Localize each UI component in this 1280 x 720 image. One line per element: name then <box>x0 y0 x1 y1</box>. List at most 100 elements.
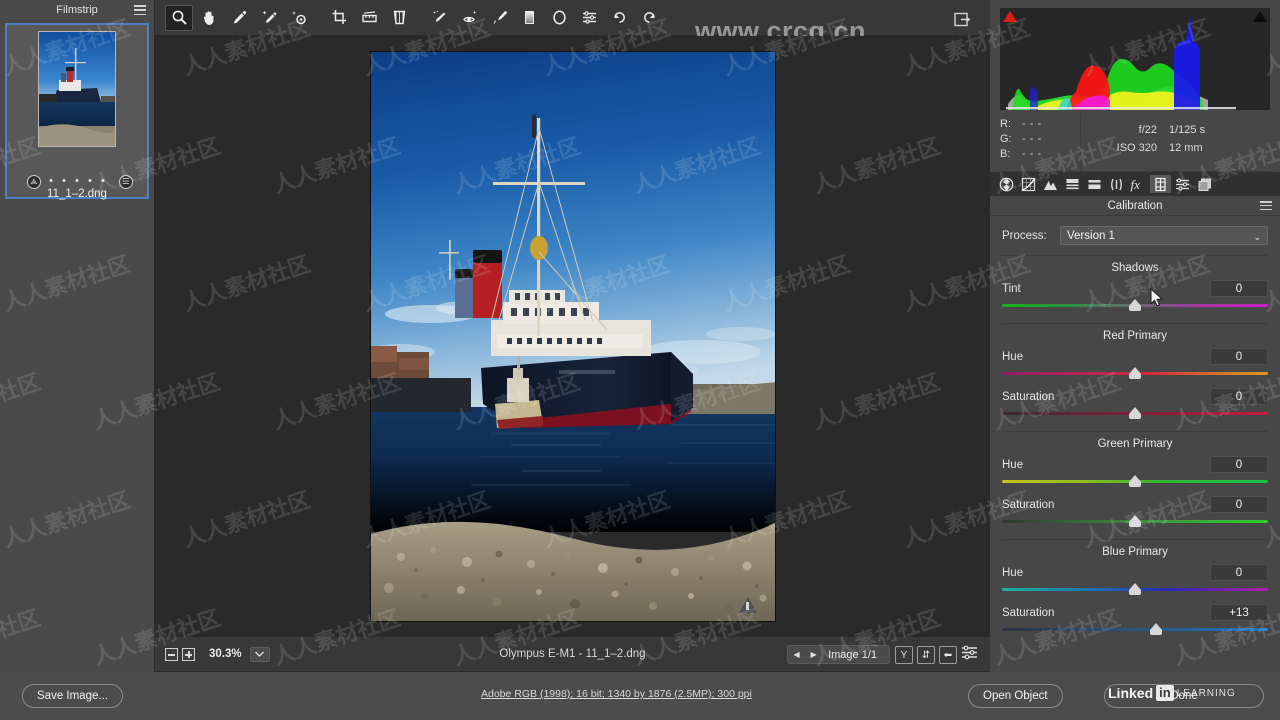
slider-track-red-hue[interactable] <box>1002 367 1268 381</box>
panel-title: Calibration <box>1107 199 1163 212</box>
slider-track-green-hue[interactable] <box>1002 475 1268 489</box>
rgb-label-g: G: <box>1000 133 1012 145</box>
preview-area: www.crcg.cn 30.3% Olympus E-M1 - 11_1–2.… <box>155 0 990 672</box>
slider-knob-green-saturation[interactable] <box>1129 515 1141 527</box>
slider-track-blue-hue[interactable] <box>1002 583 1268 597</box>
red-eye-removal-tool[interactable] <box>455 5 483 31</box>
group-title-red: Red Primary <box>1103 330 1167 342</box>
filmstrip-item[interactable]: ⟁ ☰ 11_1–2.dng <box>5 23 149 200</box>
image-counter-label: Image 1/1 <box>828 648 877 661</box>
slider-value-green-saturation[interactable]: 0 <box>1210 496 1268 513</box>
white-balance-tool[interactable] <box>225 5 253 31</box>
main-toolbar: www.crcg.cn <box>155 0 990 46</box>
slider-knob-blue-hue[interactable] <box>1129 583 1141 595</box>
copy-settings-button[interactable]: ⬅ <box>939 646 957 664</box>
full-screen-toggle-icon[interactable] <box>948 6 976 32</box>
slider-value-red-hue[interactable]: 0 <box>1210 348 1268 365</box>
preview-warning-icon <box>738 596 757 613</box>
spot-removal-tool[interactable] <box>425 5 453 31</box>
slider-value-green-hue[interactable]: 0 <box>1210 456 1268 473</box>
straighten-tool[interactable] <box>355 5 383 31</box>
done-button[interactable]: Done <box>1104 684 1264 708</box>
histogram[interactable] <box>1000 8 1270 110</box>
filmstrip-panel: Filmstrip ⟁ ☰ 11_1–2.dng <box>0 0 155 672</box>
zoom-tool[interactable] <box>165 4 193 31</box>
slider-label-red-saturation: Saturation <box>1002 390 1055 403</box>
preferences-tool[interactable] <box>575 5 603 31</box>
slider-bar-blue-saturation <box>1002 628 1268 631</box>
slider-row-blue-hue: Hue 0 <box>1002 564 1268 581</box>
slider-row-blue-saturation: Saturation +13 <box>1002 604 1268 621</box>
thumbnail-rating-dots[interactable] <box>49 179 105 182</box>
slider-value-blue-saturation[interactable]: +13 <box>1210 604 1268 621</box>
slider-value-red-saturation[interactable]: 0 <box>1210 388 1268 405</box>
tab-basic[interactable] <box>996 175 1017 193</box>
tab-camera-calibration[interactable] <box>1150 175 1171 193</box>
filmstrip-menu-icon[interactable] <box>134 5 146 15</box>
slider-knob-shadows-tint[interactable] <box>1129 299 1141 311</box>
rgb-readout: R: - - - G: - - - B: - - - <box>1000 114 1080 171</box>
chevron-down-icon: ⌄ <box>1253 232 1261 242</box>
graduated-filter-tool[interactable] <box>515 5 543 31</box>
thumbnail-image[interactable] <box>38 31 116 147</box>
exif-info: R: - - - G: - - - B: - - - f/22 1/125 s <box>1000 114 1270 172</box>
tab-presets[interactable] <box>1172 175 1193 193</box>
slider-row-shadows-tint: Tint 0 <box>1002 280 1268 297</box>
slider-track-red-saturation[interactable] <box>1002 407 1268 421</box>
svg-text:fx: fx <box>1131 177 1141 192</box>
previous-image-button[interactable]: ◀ <box>788 646 805 663</box>
slider-knob-red-saturation[interactable] <box>1129 407 1141 419</box>
hand-tool[interactable] <box>195 5 223 31</box>
slider-value-blue-hue[interactable]: 0 <box>1210 564 1268 581</box>
tab-effects[interactable]: fx <box>1128 175 1149 193</box>
slider-value-shadows-tint[interactable]: 0 <box>1210 280 1268 297</box>
rotate-left-tool[interactable] <box>605 5 633 31</box>
targeted-adjustment-tool[interactable] <box>285 5 313 31</box>
rotate-right-tool[interactable] <box>635 5 663 31</box>
iso-value: ISO 320 <box>1116 142 1157 154</box>
next-image-button[interactable]: ▶ <box>805 646 822 663</box>
tab-tone-curve[interactable] <box>1018 175 1039 193</box>
preview-status-bar: 30.3% Olympus E-M1 - 11_1–2.dng ◀ ▶ Imag… <box>155 636 990 671</box>
process-row: Process: Version 1 ⌄ <box>1002 226 1268 245</box>
tab-hsl-grayscale[interactable] <box>1062 175 1083 193</box>
process-label: Process: <box>1002 229 1047 242</box>
radial-filter-tool[interactable] <box>545 5 573 31</box>
save-image-button[interactable]: Save Image... <box>22 684 123 708</box>
mouse-cursor <box>1150 288 1164 307</box>
process-version-select[interactable]: Version 1 ⌄ <box>1060 226 1268 245</box>
before-after-button[interactable]: Y <box>895 646 913 664</box>
image-canvas[interactable] <box>155 36 990 636</box>
slider-label-green-hue: Hue <box>1002 458 1024 471</box>
focal-length-value: 12 mm <box>1169 142 1203 154</box>
panel-tab-bar: fx <box>990 172 1280 196</box>
thumbnail-crop-badge[interactable]: ⟁ <box>27 175 41 189</box>
tab-lens-corrections[interactable] <box>1106 175 1127 193</box>
tab-snapshots[interactable] <box>1194 175 1215 193</box>
preview-image[interactable] <box>369 50 776 622</box>
rgb-value-g: - - - <box>1022 133 1042 145</box>
slider-knob-blue-saturation[interactable] <box>1150 623 1163 635</box>
adjustment-brush-tool[interactable] <box>485 5 513 31</box>
crop-tool[interactable] <box>325 5 353 31</box>
workflow-options-link[interactable]: Adobe RGB (1998); 16 bit; 1340 by 1876 (… <box>481 688 752 700</box>
slider-track-green-saturation[interactable] <box>1002 515 1268 529</box>
slider-label-green-saturation: Saturation <box>1002 498 1055 511</box>
color-sampler-tool[interactable] <box>255 5 283 31</box>
tab-detail[interactable] <box>1040 175 1061 193</box>
tab-split-toning[interactable] <box>1084 175 1105 193</box>
process-version-value: Version 1 <box>1067 229 1115 242</box>
slider-knob-green-hue[interactable] <box>1129 475 1141 487</box>
preview-preferences-icon[interactable] <box>961 645 978 665</box>
slider-track-shadows-tint[interactable] <box>1002 299 1268 313</box>
panel-menu-icon[interactable] <box>1260 201 1272 210</box>
rgb-row-r: R: - - - <box>1000 118 1080 130</box>
thumbnail-edited-badge[interactable]: ☰ <box>119 175 133 189</box>
slider-knob-red-hue[interactable] <box>1129 367 1141 379</box>
slider-track-blue-saturation[interactable] <box>1002 623 1268 637</box>
group-divider-blue <box>1002 539 1268 540</box>
open-object-button[interactable]: Open Object <box>968 684 1063 708</box>
group-divider-red <box>1002 323 1268 324</box>
transform-tool[interactable] <box>385 5 413 31</box>
swap-before-after-button[interactable]: ⇵ <box>917 646 935 664</box>
